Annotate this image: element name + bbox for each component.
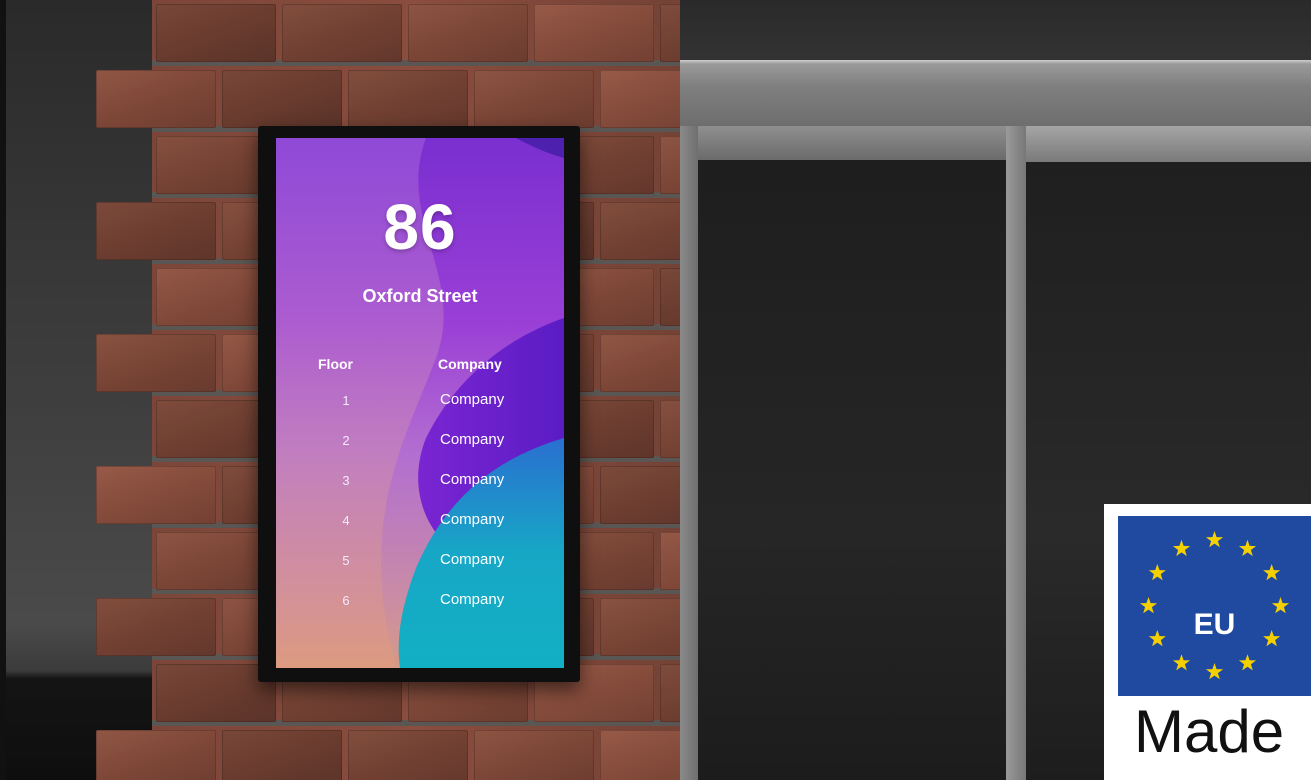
floor-column-header: Floor xyxy=(318,356,353,372)
brick xyxy=(96,202,216,260)
floor-number: 2 xyxy=(342,433,350,448)
company-name: Company xyxy=(440,471,505,488)
digital-signage-screen: 86 Oxford Street Floor Company 1 Company… xyxy=(276,138,564,668)
storefront-upper-panel xyxy=(680,0,1311,62)
eu-star-icon xyxy=(1205,531,1224,548)
eu-flag: EU xyxy=(1118,516,1311,696)
brick xyxy=(96,70,216,128)
eu-star-icon xyxy=(1238,654,1257,671)
made-in-eu-badge: EU Made xyxy=(1104,504,1311,780)
brick xyxy=(474,730,594,780)
eu-flag-text: EU xyxy=(1193,608,1236,641)
brick xyxy=(348,730,468,780)
brick xyxy=(222,70,342,128)
eu-star-icon xyxy=(1172,539,1191,557)
photo-scene: 86 Oxford Street Floor Company 1 Company… xyxy=(0,0,1311,780)
left-wall-edge xyxy=(0,0,6,780)
brick xyxy=(96,466,216,524)
company-name: Company xyxy=(440,431,505,448)
company-column-header: Company xyxy=(438,356,502,372)
brick xyxy=(222,730,342,780)
door-frame-middle xyxy=(1006,126,1026,780)
eu-star-icon xyxy=(1172,654,1191,671)
floor-number: 1 xyxy=(342,393,350,408)
eu-star-icon xyxy=(1148,564,1166,581)
floor-number: 6 xyxy=(342,593,350,608)
brick xyxy=(96,598,216,656)
eu-star-icon xyxy=(1263,564,1281,581)
brick xyxy=(96,730,216,780)
door-glass-left xyxy=(698,160,1006,780)
company-name: Company xyxy=(440,591,505,608)
address-number: 86 xyxy=(383,191,457,263)
brick xyxy=(474,70,594,128)
company-name: Company xyxy=(440,511,505,528)
eu-star-icon xyxy=(1238,539,1257,557)
brick xyxy=(156,4,276,62)
company-name: Company xyxy=(440,391,505,408)
floor-number: 5 xyxy=(342,553,350,568)
eu-stars-circle xyxy=(1139,531,1290,680)
floor-number: 4 xyxy=(342,513,350,528)
street-name: Oxford Street xyxy=(362,286,478,306)
company-name: Company xyxy=(440,551,505,568)
door-frame-top-right xyxy=(1026,126,1311,162)
brick xyxy=(348,70,468,128)
made-in-label: Made xyxy=(1134,698,1285,765)
brick xyxy=(408,4,528,62)
storefront-lintel xyxy=(680,60,1311,126)
brick xyxy=(282,4,402,62)
door-frame-left xyxy=(680,126,698,780)
floor-number: 3 xyxy=(342,473,350,488)
brick xyxy=(534,4,654,62)
brick xyxy=(96,334,216,392)
eu-star-icon xyxy=(1205,663,1224,680)
